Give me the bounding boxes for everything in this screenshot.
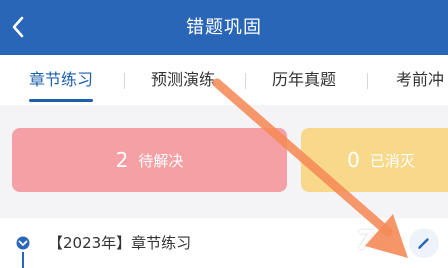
tab-divider [367,73,368,89]
tab-divider [245,73,246,89]
page-title: 错题巩固 [186,17,262,38]
pending-card[interactable]: 2 待解决 [12,128,287,192]
active-tab-indicator [29,99,93,102]
tab-past-exams[interactable]: 历年真题 [272,55,336,105]
tab-divider [124,73,125,89]
watermark-logo: 76 [356,226,391,256]
tab-pre-exam-sprint[interactable]: 考前冲 [396,55,444,105]
edit-button[interactable] [409,228,439,258]
pending-label: 待解决 [138,151,184,170]
timeline-dot-icon [16,236,30,250]
tab-predict-drill[interactable]: 预测演练 [151,55,215,105]
chapter-title: 【2023年】章节练习 [48,234,192,252]
tab-bar: 章节练习 预测演练 历年真题 考前冲 [0,55,448,105]
pending-count: 2 [115,148,129,172]
resolved-label: 已消灭 [369,151,415,170]
pencil-icon [418,238,429,249]
header-bar: 错题巩固 [0,0,448,55]
resolved-card[interactable]: 0 已消灭 [301,128,448,192]
tab-chapter-practice[interactable]: 章节练习 [29,55,93,105]
timeline-line [22,252,24,268]
resolved-count: 0 [347,148,360,172]
